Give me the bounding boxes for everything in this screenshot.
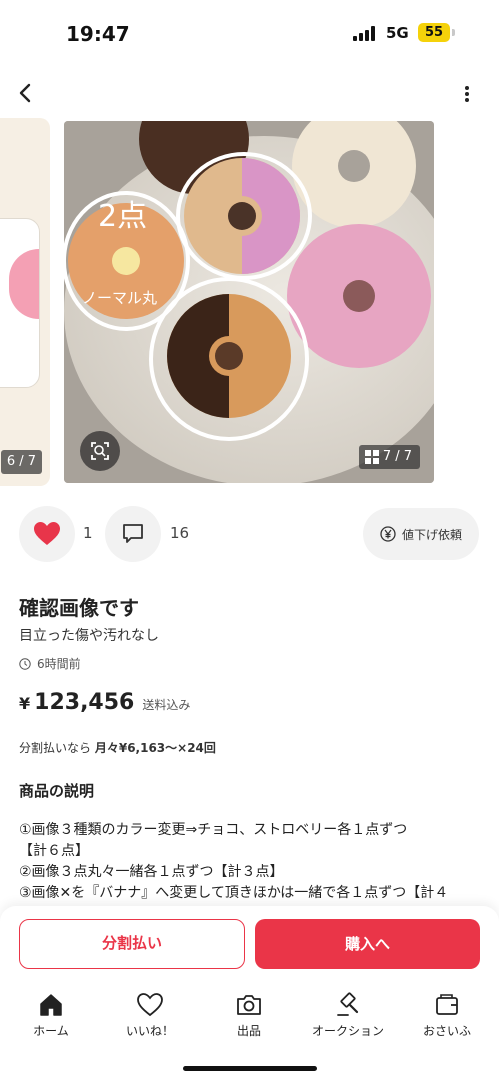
description-heading: 商品の説明 <box>19 782 95 800</box>
chevron-left-icon <box>19 83 31 103</box>
description-body: ①画像３種類のカラー変更⇒チョコ、ストロベリー各１点ずつ 【計６点】 ②画像３点… <box>19 820 489 904</box>
description-line: ①画像３種類のカラー変更⇒チョコ、ストロベリー各１点ずつ <box>19 822 408 838</box>
previous-image[interactable]: 6 / 7 <box>0 118 50 486</box>
status-time: 19:47 <box>66 22 130 46</box>
tab-label: オークション <box>311 1024 384 1038</box>
clock-icon <box>19 657 31 670</box>
item-title: 確認画像です <box>19 596 139 620</box>
installment-info: 分割払いなら 月々¥6,163～×24回 <box>19 739 216 756</box>
top-nav <box>0 76 499 112</box>
home-icon <box>40 994 62 1016</box>
price-currency: ¥ <box>19 694 31 713</box>
tab-label: ホーム <box>33 1024 69 1038</box>
description-line: ②画像３点丸々一緒各１点ずつ【計３点】 <box>19 864 284 880</box>
heart-filled-icon <box>34 522 60 545</box>
overlay-label-count: 2点 <box>98 199 147 234</box>
tab-label: おさいふ <box>422 1024 471 1038</box>
comment-button[interactable] <box>105 506 161 562</box>
item-condition: 目立った傷や汚れなし <box>19 628 159 644</box>
image-search-button[interactable] <box>80 431 120 471</box>
comment-icon <box>123 524 143 543</box>
donut-photo: 2点 ノーマル丸 <box>64 121 434 483</box>
shipping-note: 送料込み <box>142 698 191 712</box>
image-gallery[interactable]: 6 / 7 2点 ノーマル丸 7 / 7 <box>0 118 499 488</box>
tab-auction[interactable]: オークション <box>298 990 398 1039</box>
tab-sell[interactable]: 出品 <box>199 990 299 1039</box>
tab-wallet[interactable]: おさいふ <box>397 990 497 1039</box>
description-line: 【計６点】 <box>19 843 89 859</box>
price-block: ¥ 123,456 送料込み <box>19 690 190 715</box>
lens-scan-icon <box>91 442 109 460</box>
wallet-icon <box>436 994 458 1015</box>
installment-value: 月々¥6,163～×24回 <box>94 741 216 755</box>
price-request-button[interactable]: 値下げ依頼 <box>363 508 479 560</box>
heart-icon <box>137 993 163 1017</box>
grid-icon <box>364 450 379 464</box>
previous-image-counter: 6 / 7 <box>0 450 42 474</box>
signal-icon <box>353 25 379 41</box>
buy-button[interactable]: 購入へ <box>255 919 480 969</box>
camera-icon <box>237 995 261 1015</box>
price-amount: 123,456 <box>34 690 135 715</box>
image-counter-text: 7 / 7 <box>382 449 412 464</box>
more-menu-button[interactable] <box>457 80 477 108</box>
overlay-label-type: ノーマル丸 <box>82 289 157 307</box>
more-vertical-icon <box>465 86 469 102</box>
like-button[interactable] <box>19 506 75 562</box>
battery-icon: 55 <box>418 23 455 42</box>
purchase-bar: 分割払い 購入へ <box>0 906 499 984</box>
previous-image-content <box>0 218 40 388</box>
action-row: 1 16 値下げ依頼 <box>0 506 499 562</box>
price-request-label: 値下げ依頼 <box>401 527 462 542</box>
tab-label: 出品 <box>236 1024 261 1038</box>
posted-time: 6時間前 <box>19 655 81 672</box>
network-type: 5G <box>386 24 409 42</box>
back-button[interactable] <box>12 78 42 108</box>
status-bar: 19:47 5G 55 <box>0 0 499 66</box>
posted-time-text: 6時間前 <box>37 657 81 671</box>
home-indicator <box>183 1066 317 1071</box>
description-line: ③画像✕を『バナナ』へ変更して頂きほかは一緒で各１点ずつ【計４ <box>19 885 449 901</box>
like-count: 1 <box>83 524 93 542</box>
tab-likes[interactable]: いいね！ <box>100 990 200 1039</box>
installment-prefix: 分割払いなら <box>19 741 92 755</box>
main-product-image[interactable]: 2点 ノーマル丸 7 / 7 <box>64 121 434 483</box>
yen-circle-icon <box>380 526 396 542</box>
tab-home[interactable]: ホーム <box>1 990 101 1039</box>
comment-count: 16 <box>170 524 190 542</box>
tab-label: いいね！ <box>125 1024 174 1038</box>
gavel-icon <box>337 992 359 1016</box>
split-payment-button[interactable]: 分割払い <box>19 919 245 969</box>
image-counter: 7 / 7 <box>358 445 420 469</box>
